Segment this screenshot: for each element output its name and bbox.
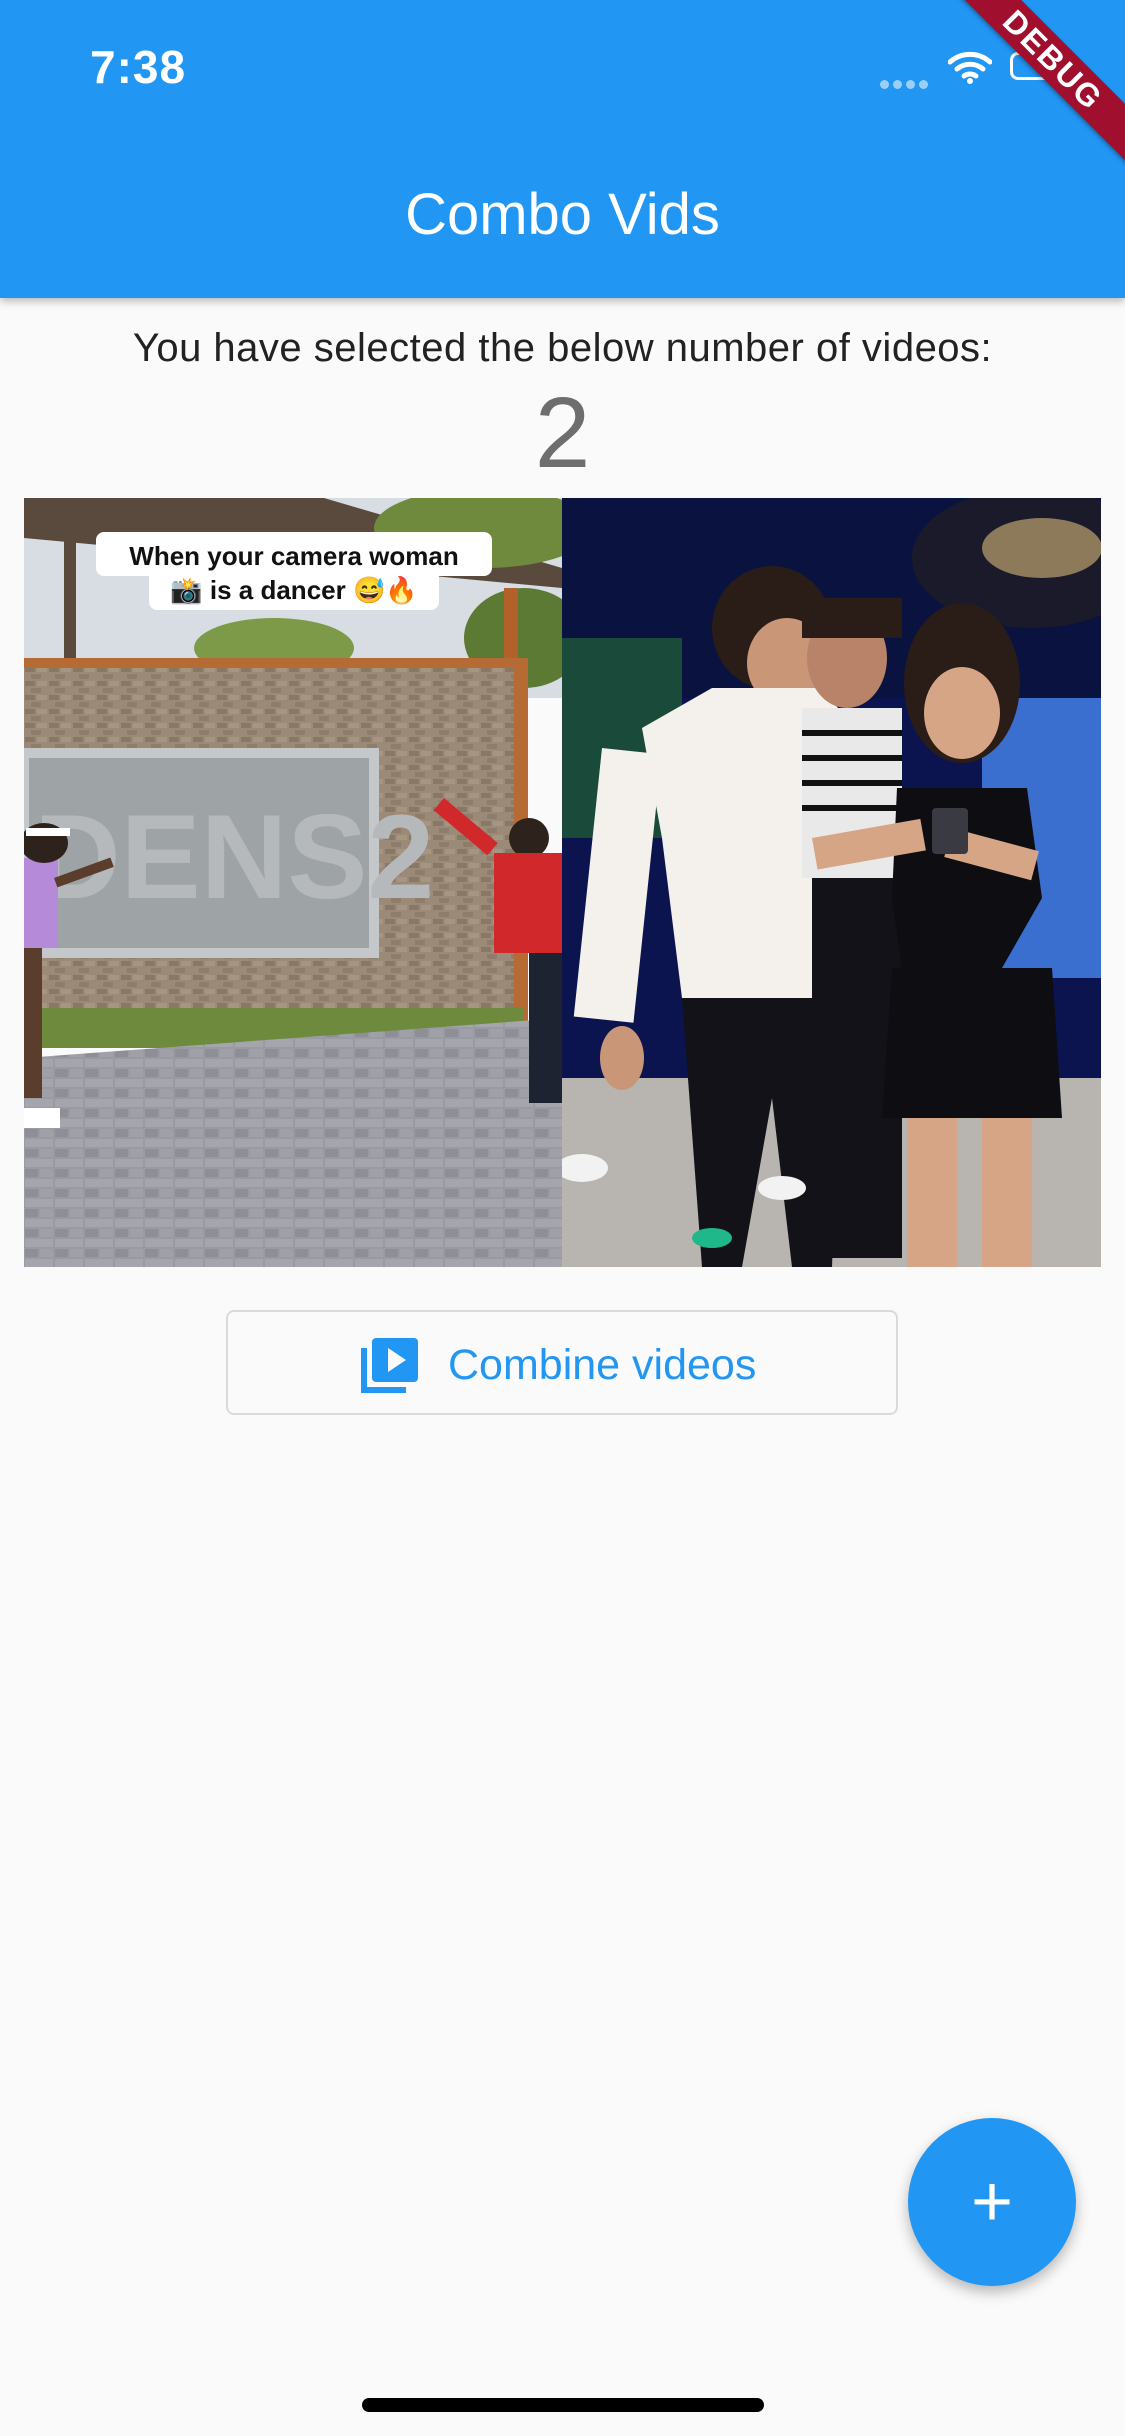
combine-videos-label: Combine videos (448, 1341, 757, 1389)
selected-videos-label: You have selected the below number of vi… (132, 326, 993, 370)
add-icon: + (970, 2162, 1014, 2242)
combine-videos-button[interactable]: Combine videos (226, 1310, 898, 1415)
status-time: 7:38 (90, 41, 187, 93)
debug-banner-label: DEBUG (932, 0, 1125, 181)
add-video-fab[interactable]: + (908, 2118, 1076, 2286)
selected-videos-count: 2 (534, 377, 591, 489)
video-thumbnail-1[interactable]: DENS2 When your camera woman 📸 is a danc… (24, 498, 562, 1267)
video-library-icon (358, 1336, 420, 1401)
home-indicator[interactable] (362, 2398, 764, 2412)
debug-banner: DEBUG (925, 0, 1125, 200)
video-thumbnail-2[interactable] (562, 498, 1101, 1267)
thumbnail-caption-line2: 📸 is a dancer 😅🔥 (170, 575, 417, 605)
sign-text: DENS2 (34, 790, 434, 924)
video-thumbnail-grid: DENS2 When your camera woman 📸 is a danc… (24, 498, 1101, 1267)
thumbnail-caption-line1: When your camera woman (129, 541, 458, 571)
